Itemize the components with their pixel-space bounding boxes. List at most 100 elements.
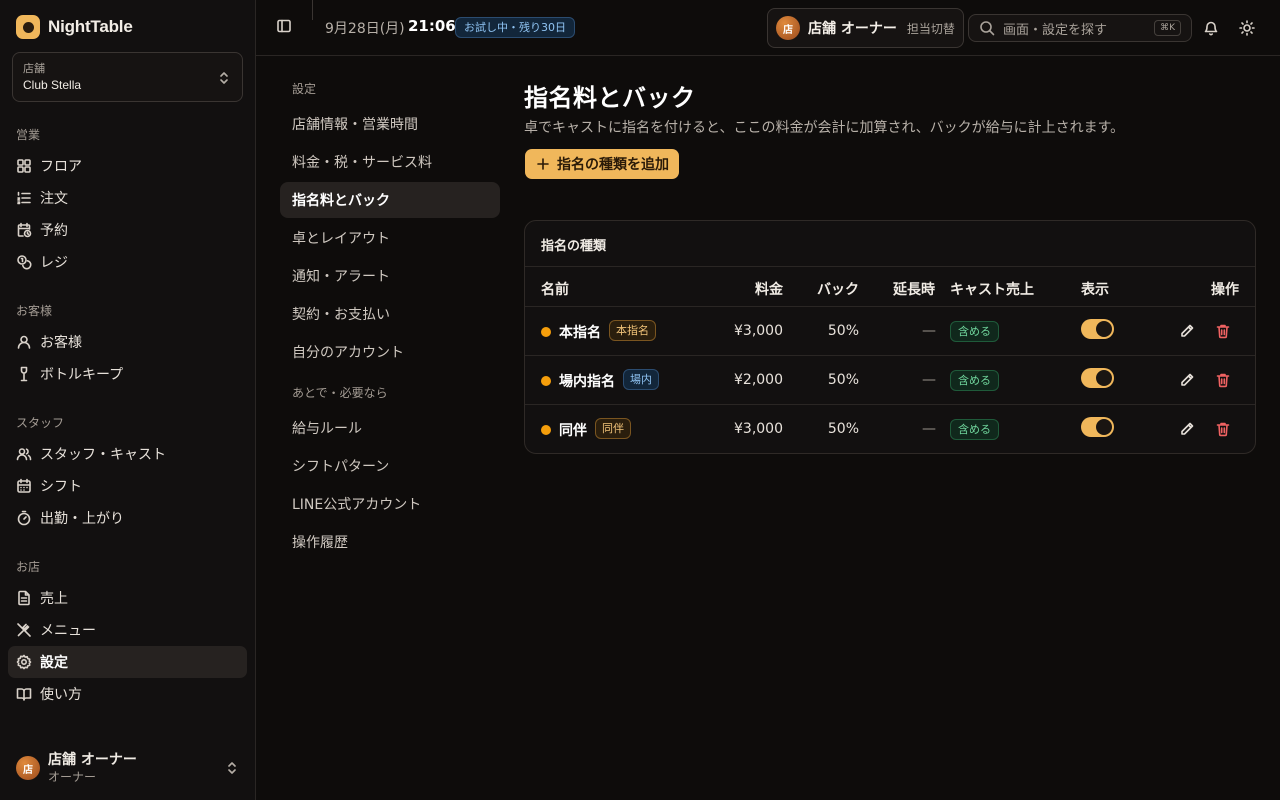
column-header-fee: 料金 [755,282,783,298]
bell-icon [1204,21,1218,36]
timer-icon [17,510,31,526]
theme-toggle-button[interactable] [1239,20,1255,36]
sidebar-item-customers[interactable]: お客様 [8,326,247,358]
sidebar-item-register[interactable]: レジ [8,246,247,278]
visibility-toggle[interactable] [1081,368,1114,388]
coins-icon [17,255,32,270]
row-back: 50% [827,372,859,388]
subnav-item-shift-patterns[interactable]: シフトパターン [280,448,500,484]
sidebar-item-sales[interactable]: 売上 [8,582,247,614]
subnav-item-history[interactable]: 操作履歴 [280,524,500,560]
sidebar-item-shifts[interactable]: シフト [8,470,247,502]
edit-button[interactable] [1179,323,1195,339]
sidebar-item-bottle-keep[interactable]: ボトルキープ [8,358,247,390]
status-dot [541,327,551,337]
panel-left-icon [277,19,291,33]
sidebar-item-label: 設定 [40,655,68,671]
table-row: 本指名 本指名 ¥3,000 50% — 含める [525,306,1255,355]
sidebar: NightTable 店舗 Club Stella 営業 フロア 注文 予約 レ… [0,0,256,800]
user-role: オーナー [48,769,97,784]
avatar: 店 [776,16,800,40]
search-placeholder: 画面・設定を探す [1003,22,1108,38]
sidebar-item-floor[interactable]: フロア [8,150,247,182]
subnav-item-account[interactable]: 自分のアカウント [280,334,500,370]
sidebar-item-orders[interactable]: 注文 [8,182,247,214]
subnav-title-optional: あとで・必要なら [292,386,388,400]
brand[interactable]: NightTable [16,15,133,39]
table-row: 同伴 同伴 ¥3,000 50% — 含める [525,404,1255,453]
nav-group-title-sales: 営業 [16,128,41,142]
status-dot [541,376,551,386]
page-title: 指名料とバック [524,84,696,112]
subnav-item-billing[interactable]: 契約・お支払い [280,296,500,332]
wine-icon [20,366,28,382]
sidebar-item-attendance[interactable]: 出勤・上がり [8,502,247,534]
sun-icon [1239,20,1255,36]
sidebar-toggle-button[interactable] [276,18,292,34]
sidebar-item-label: 予約 [40,223,68,239]
row-tag: 本指名 [609,320,656,341]
search-icon [980,21,995,36]
brand-logo-icon [16,15,40,39]
row-back: 50% [827,323,859,339]
row-name: 場内指名 [559,374,615,390]
add-nomination-type-button[interactable]: 指名の種類を追加 [525,149,679,179]
edit-button[interactable] [1179,372,1195,388]
sidebar-item-reservations[interactable]: 予約 [8,214,247,246]
trash-icon [1216,373,1230,388]
calendar-icon [17,478,31,493]
sidebar-item-settings[interactable]: 設定 [8,646,247,678]
user-icon [17,335,31,349]
subnav-item-notifications[interactable]: 通知・アラート [280,258,500,294]
sidebar-item-guide[interactable]: 使い方 [8,678,247,710]
sidebar-item-label: シフト [40,479,82,495]
trash-icon [1216,422,1230,437]
edit-button[interactable] [1179,421,1195,437]
sidebar-item-menu[interactable]: メニュー [8,614,247,646]
column-header-actions: 操作 [1211,282,1239,298]
brand-name: NightTable [48,17,133,36]
sidebar-item-staff-cast[interactable]: スタッフ・キャスト [8,438,247,470]
row-cast-sales-badge: 含める [950,321,999,342]
subnav-item-tables[interactable]: 卓とレイアウト [280,220,500,256]
owner-switch-button[interactable]: 店 店舗 オーナー 担当切替 [767,8,964,48]
search-input[interactable]: 画面・設定を探す ⌘K [968,14,1192,42]
page-description: 卓でキャストに指名を付けると、ここの料金が会計に加算され、バックが給与に計上され… [524,120,1125,136]
row-fee: ¥3,000 [734,421,783,437]
row-cast-sales-badge: 含める [950,370,999,391]
row-name: 本指名 [559,325,601,341]
chevron-up-down-icon [220,72,228,84]
switch-label: 担当切替 [906,21,955,36]
delete-button[interactable] [1215,372,1231,388]
nav-group-title-store: お店 [16,560,41,574]
gear-icon [16,654,32,670]
row-fee: ¥3,000 [734,323,783,339]
subnav-item-pricing[interactable]: 料金・税・サービス料 [280,144,500,180]
delete-button[interactable] [1215,323,1231,339]
row-extension: — [922,372,936,388]
row-fee: ¥2,000 [734,372,783,388]
row-tag: 場内 [623,369,659,390]
trash-icon [1216,324,1230,339]
store-select[interactable]: 店舗 Club Stella [12,52,243,102]
sidebar-item-label: 使い方 [40,687,82,703]
subnav-item-nomination[interactable]: 指名料とバック [280,182,500,218]
row-cast-sales-badge: 含める [950,419,999,440]
subnav-item-store-info[interactable]: 店舗情報・営業時間 [280,106,500,142]
trial-badge[interactable]: お試し中・残り30日 [455,17,575,38]
notifications-button[interactable] [1203,20,1219,36]
plus-icon [537,158,549,170]
pencil-icon [1181,373,1194,386]
delete-button[interactable] [1215,421,1231,437]
sidebar-item-label: お客様 [40,335,82,351]
subnav-item-line[interactable]: LINE公式アカウント [280,486,500,522]
user-menu[interactable]: 店 店舗 オーナー オーナー [16,750,240,786]
visibility-toggle[interactable] [1081,417,1114,437]
pencil-icon [1181,324,1194,337]
subnav-item-payroll[interactable]: 給与ルール [280,410,500,446]
current-time: 21:06 [408,17,456,35]
divider [312,0,313,20]
visibility-toggle[interactable] [1081,319,1114,339]
owner-name: 店舗 オーナー [808,21,897,37]
sidebar-item-label: レジ [40,255,68,271]
